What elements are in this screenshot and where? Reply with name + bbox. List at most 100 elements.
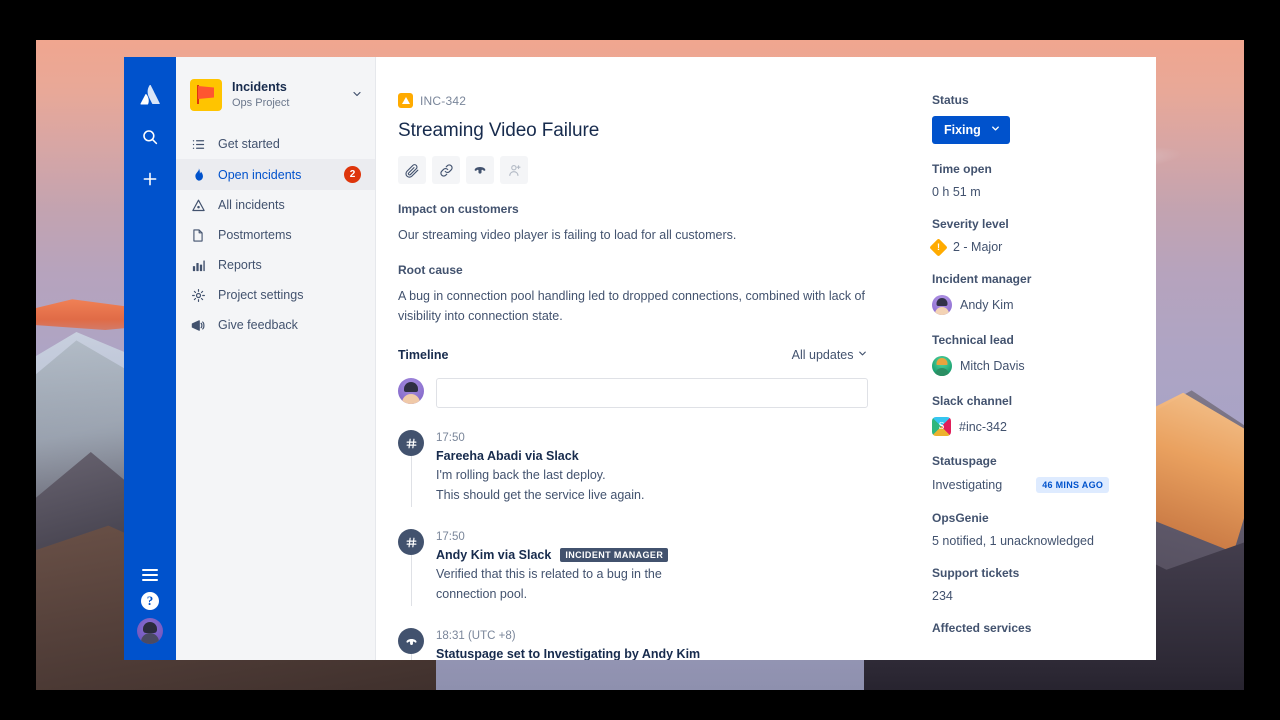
project-text: Incidents Ops Project bbox=[232, 80, 341, 110]
avatar bbox=[932, 356, 952, 376]
root-cause-text: A bug in connection pool handling led to… bbox=[398, 289, 865, 323]
timeline-entry-author: Statuspage set to Investigating by Andy … bbox=[436, 647, 701, 660]
opsgenie-label: OpsGenie bbox=[932, 511, 989, 525]
help-icon[interactable]: ? bbox=[141, 592, 159, 610]
impact-text: Our streaming video player is failing to… bbox=[398, 228, 737, 242]
project-subtitle: Ops Project bbox=[232, 97, 290, 109]
menu-icon[interactable] bbox=[142, 566, 158, 584]
slack-hash-icon bbox=[398, 430, 424, 456]
slack-channel-row[interactable]: S #inc-342 bbox=[932, 417, 1138, 436]
global-nav-rail: ? bbox=[124, 57, 176, 660]
incident-manager-value: Andy Kim bbox=[960, 298, 1014, 312]
search-icon[interactable] bbox=[134, 121, 166, 153]
statuspage-value: Investigating bbox=[932, 478, 1003, 492]
current-user-avatar bbox=[398, 378, 424, 404]
timeline-entry-time: 17:50 bbox=[436, 531, 465, 543]
timeline-header: Timeline All updates bbox=[398, 348, 868, 362]
sidebar-item-project-settings[interactable]: Project settings bbox=[176, 280, 375, 310]
add-person-icon[interactable] bbox=[500, 156, 528, 184]
statuspage-row: Investigating 46 MINS AGO bbox=[932, 477, 1138, 493]
timeline-filter-label: All updates bbox=[791, 348, 854, 362]
impact-label: Impact on customers bbox=[398, 202, 519, 216]
incident-detail-column: INC-342 Streaming Video Failure Impact o… bbox=[398, 93, 868, 660]
timeline-entry-message: I'm rolling back the last deploy. This s… bbox=[436, 468, 645, 502]
severity-label: Severity level bbox=[932, 217, 1009, 231]
timeline-entry-icon-wrap bbox=[398, 529, 424, 606]
page-title: Streaming Video Failure bbox=[398, 120, 600, 141]
status-dropdown-button[interactable]: Fixing bbox=[932, 116, 1010, 144]
incident-type-icon bbox=[398, 93, 413, 108]
support-tickets-label: Support tickets bbox=[932, 566, 1020, 580]
timeline-title: Timeline bbox=[398, 348, 449, 362]
support-tickets-value: 234 bbox=[932, 589, 953, 603]
timeline-entry-icon-wrap bbox=[398, 430, 424, 507]
chevron-down-icon bbox=[857, 348, 868, 362]
root-cause-label: Root cause bbox=[398, 263, 463, 277]
slack-channel-value[interactable]: #inc-342 bbox=[959, 420, 1007, 434]
incident-actions bbox=[398, 156, 868, 184]
status-label: Status bbox=[932, 93, 969, 107]
severity-value: 2 - Major bbox=[953, 240, 1003, 254]
timeline-entry-body: 17:50 Andy Kim via Slack INCIDENT MANAGE… bbox=[436, 529, 868, 604]
document-icon bbox=[190, 227, 206, 243]
technical-lead-label: Technical lead bbox=[932, 333, 1014, 347]
incident-manager-label: Incident manager bbox=[932, 272, 1032, 286]
project-sidebar: Incidents Ops Project Get started Open i… bbox=[176, 57, 376, 660]
timeline-entry: 18:31 (UTC +8) Statuspage set to Investi… bbox=[398, 628, 868, 660]
slack-channel-label: Slack channel bbox=[932, 394, 1013, 408]
timeline-connector bbox=[410, 555, 412, 606]
statuspage-icon bbox=[398, 628, 424, 654]
main-content: INC-342 Streaming Video Failure Impact o… bbox=[376, 57, 1156, 660]
sidebar-item-label: Get started bbox=[218, 137, 280, 151]
timeline-entry-body: 18:31 (UTC +8) Statuspage set to Investi… bbox=[436, 628, 868, 660]
create-icon[interactable] bbox=[134, 163, 166, 195]
time-open-label: Time open bbox=[932, 162, 992, 176]
sidebar-item-open-incidents[interactable]: Open incidents 2 bbox=[176, 159, 375, 190]
incident-key[interactable]: INC-342 bbox=[420, 94, 466, 108]
timeline-list: 17:50 Fareeha Abadi via Slack I'm rollin… bbox=[398, 430, 868, 660]
slack-icon: S bbox=[932, 417, 951, 436]
project-name: Incidents bbox=[232, 80, 287, 94]
timeline-entry: 17:50 Fareeha Abadi via Slack I'm rollin… bbox=[398, 430, 868, 529]
sidebar-item-label: All incidents bbox=[218, 198, 285, 212]
timeline-entry-author-row: Fareeha Abadi via Slack bbox=[436, 449, 868, 463]
timeline-entry-author-row: Andy Kim via Slack INCIDENT MANAGER bbox=[436, 548, 868, 562]
sidebar-item-all-incidents[interactable]: All incidents bbox=[176, 190, 375, 220]
app-window: ? Incidents Ops Project Get started Open… bbox=[124, 57, 1156, 660]
severity-row[interactable]: ! 2 - Major bbox=[929, 237, 1138, 257]
timeline-entry-time: 17:50 bbox=[436, 432, 465, 444]
time-open-value: 0 h 51 m bbox=[932, 185, 981, 199]
affected-services-label: Affected services bbox=[932, 621, 1032, 635]
timeline-entry-author: Andy Kim via Slack bbox=[436, 548, 552, 562]
sidebar-item-give-feedback[interactable]: Give feedback bbox=[176, 310, 375, 340]
timeline-filter-dropdown[interactable]: All updates bbox=[792, 348, 868, 362]
timeline-composer bbox=[398, 378, 868, 408]
avatar bbox=[932, 295, 952, 315]
timeline-entry-author: Fareeha Abadi via Slack bbox=[436, 449, 579, 463]
rail-bottom-group: ? bbox=[124, 566, 176, 644]
sidebar-item-label: Project settings bbox=[218, 288, 304, 302]
timeline-entry: 17:50 Andy Kim via Slack INCIDENT MANAGE… bbox=[398, 529, 868, 628]
sidebar-item-postmortems[interactable]: Postmortems bbox=[176, 220, 375, 250]
open-incidents-badge: 2 bbox=[344, 166, 361, 183]
timeline-comment-input[interactable] bbox=[436, 378, 868, 408]
atlassian-logo-icon[interactable] bbox=[134, 79, 166, 111]
project-header[interactable]: Incidents Ops Project bbox=[176, 79, 375, 111]
sidebar-item-reports[interactable]: Reports bbox=[176, 250, 375, 280]
link-icon[interactable] bbox=[432, 156, 460, 184]
phone-icon[interactable] bbox=[466, 156, 494, 184]
incident-manager-row[interactable]: Andy Kim bbox=[932, 295, 1138, 315]
incident-key-row[interactable]: INC-342 bbox=[398, 93, 868, 108]
sidebar-item-label: Postmortems bbox=[218, 228, 292, 242]
technical-lead-row[interactable]: Mitch Davis bbox=[932, 356, 1138, 376]
project-nav: Get started Open incidents 2 All inciden bbox=[176, 129, 375, 340]
statuspage-label: Statuspage bbox=[932, 454, 997, 468]
sidebar-item-get-started[interactable]: Get started bbox=[176, 129, 375, 159]
timeline-entry-author-row: Statuspage set to Investigating by Andy … bbox=[436, 647, 868, 660]
sidebar-item-label: Open incidents bbox=[218, 167, 302, 182]
chevron-down-icon[interactable] bbox=[351, 88, 363, 103]
attach-icon[interactable] bbox=[398, 156, 426, 184]
megaphone-icon bbox=[190, 317, 206, 333]
profile-avatar[interactable] bbox=[137, 618, 163, 644]
incident-manager-tag: INCIDENT MANAGER bbox=[560, 548, 669, 562]
